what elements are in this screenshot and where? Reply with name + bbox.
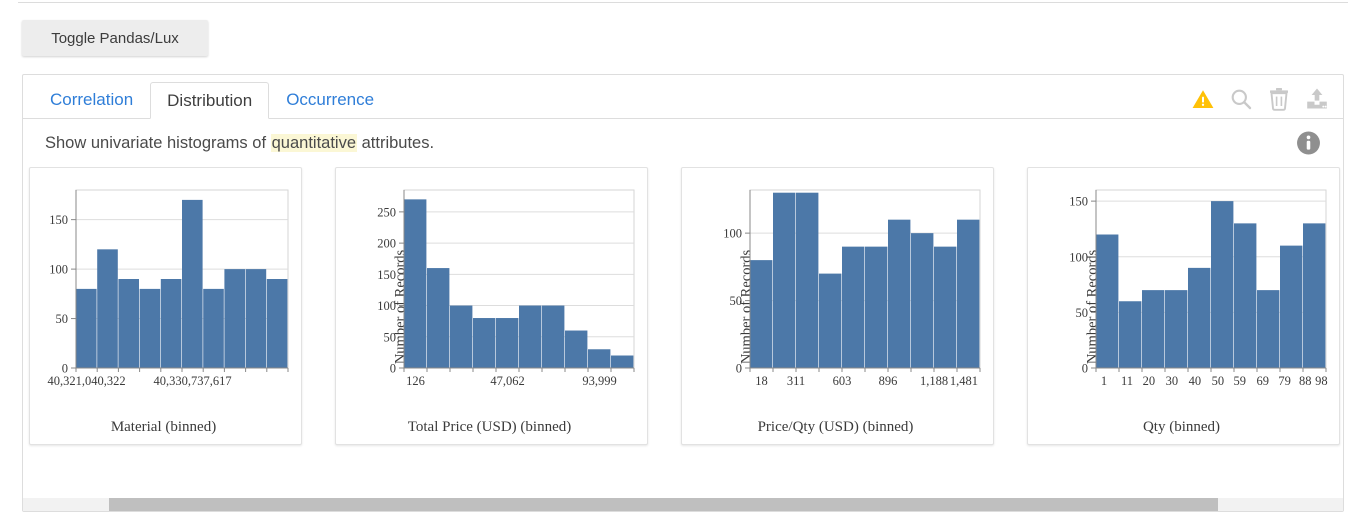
top-divider bbox=[18, 2, 1348, 3]
svg-text:0: 0 bbox=[1082, 362, 1088, 376]
chart-1-x-axis-title: Material (binned) bbox=[110, 419, 217, 435]
svg-text:40,330,737,617: 40,330,737,617 bbox=[154, 374, 232, 388]
horizontal-scrollbar[interactable] bbox=[23, 498, 1343, 511]
svg-text:69: 69 bbox=[1257, 374, 1270, 388]
svg-text:47,062: 47,062 bbox=[490, 374, 524, 388]
svg-text:0: 0 bbox=[736, 362, 742, 376]
svg-text:896: 896 bbox=[879, 374, 898, 388]
description-highlight: quantitative bbox=[270, 133, 358, 152]
chart-4-x-axis-title: Qty (binned) bbox=[1142, 419, 1221, 435]
svg-text:603: 603 bbox=[833, 374, 852, 388]
tab-correlation[interactable]: Correlation bbox=[33, 81, 150, 118]
description-row: Show univariate histograms of quantitati… bbox=[23, 119, 1343, 167]
svg-text:50: 50 bbox=[730, 294, 743, 308]
chart-4-plot: 0501001501 11 20 30 40 50 59 69 79 88 98 bbox=[1069, 189, 1328, 388]
svg-text:50: 50 bbox=[1212, 374, 1225, 388]
svg-text:150: 150 bbox=[49, 213, 68, 227]
lux-widget-panel: Correlation Distribution Occurrence Show… bbox=[22, 74, 1344, 512]
description-suffix: attributes. bbox=[357, 133, 435, 152]
chart-3-x-axis-title: Price/Qty (USD) (binned) bbox=[757, 419, 914, 435]
svg-text:126: 126 bbox=[406, 374, 425, 388]
svg-text:79: 79 bbox=[1278, 374, 1291, 388]
tab-distribution[interactable]: Distribution bbox=[150, 82, 270, 119]
chart-card-total-price[interactable]: Number of Records 0 50 100 150 200 250 126 47,0… bbox=[335, 167, 648, 445]
svg-text:30: 30 bbox=[1166, 374, 1179, 388]
svg-text:100: 100 bbox=[723, 227, 742, 241]
svg-text:100: 100 bbox=[1069, 250, 1088, 264]
chart-card-price-qty[interactable]: Number of Records 0 50 100 18 311 603 896 1,188… bbox=[681, 167, 994, 445]
description-text: Show univariate histograms of quantitati… bbox=[45, 133, 435, 153]
svg-text:50: 50 bbox=[384, 330, 397, 344]
svg-text:311: 311 bbox=[787, 374, 805, 388]
search-icon[interactable] bbox=[1229, 87, 1253, 111]
svg-text:100: 100 bbox=[49, 263, 68, 277]
info-icon[interactable] bbox=[1296, 131, 1321, 156]
chart-2-plot: 0 50 100 150 200 250 126 47,062 93,999 bbox=[377, 189, 635, 388]
tab-bar: Correlation Distribution Occurrence bbox=[23, 75, 1343, 119]
svg-text:0: 0 bbox=[390, 362, 396, 376]
scrollbar-thumb[interactable] bbox=[108, 498, 1218, 511]
chart-2-x-axis-title: Total Price (USD) (binned) bbox=[407, 419, 572, 435]
svg-text:50: 50 bbox=[1076, 306, 1089, 320]
svg-text:98: 98 bbox=[1315, 374, 1328, 388]
warning-icon[interactable] bbox=[1191, 87, 1215, 111]
svg-text:1: 1 bbox=[1101, 374, 1107, 388]
screen-root: Toggle Pandas/Lux Correlation Distributi… bbox=[0, 0, 1365, 532]
charts-scroll-strip[interactable]: 0 50 100 150 40,321,040,322 40,330,737,617 Ma… bbox=[23, 167, 1343, 467]
chart-card-qty[interactable]: Number of Records 0 50 100 150 1 11 20 30 40 50 59… bbox=[1027, 167, 1340, 445]
svg-text:50: 50 bbox=[56, 312, 69, 326]
description-prefix: Show univariate histograms of bbox=[45, 133, 271, 152]
svg-text:18: 18 bbox=[755, 374, 768, 388]
svg-text:40: 40 bbox=[1189, 374, 1202, 388]
svg-text:11: 11 bbox=[1121, 374, 1133, 388]
svg-text:93,999: 93,999 bbox=[582, 374, 616, 388]
chart-1-plot: 05010015040,321,040,322 40,330,737,617 bbox=[48, 189, 289, 388]
svg-text:100: 100 bbox=[377, 299, 396, 313]
svg-text:200: 200 bbox=[377, 237, 396, 251]
svg-text:150: 150 bbox=[377, 268, 396, 282]
trash-icon[interactable] bbox=[1267, 87, 1291, 111]
svg-text:1,481: 1,481 bbox=[950, 374, 978, 388]
svg-text:1,188: 1,188 bbox=[920, 374, 948, 388]
tab-action-icons bbox=[1191, 87, 1329, 111]
chart-3-plot: 0 50 100 18 311 603 896 1,188 1,481 bbox=[723, 189, 981, 388]
svg-text:20: 20 bbox=[1143, 374, 1156, 388]
svg-text:40,321,040,322: 40,321,040,322 bbox=[48, 374, 126, 388]
svg-text:59: 59 bbox=[1234, 374, 1247, 388]
chart-card-material[interactable]: 0 50 100 150 40,321,040,322 40,330,737,617 Ma… bbox=[29, 167, 302, 445]
upload-icon[interactable] bbox=[1305, 87, 1329, 111]
svg-text:88: 88 bbox=[1299, 374, 1312, 388]
toggle-pandas-lux-button[interactable]: Toggle Pandas/Lux bbox=[22, 20, 208, 56]
tab-occurrence[interactable]: Occurrence bbox=[269, 81, 391, 118]
svg-text:150: 150 bbox=[1069, 195, 1088, 209]
svg-text:250: 250 bbox=[377, 205, 396, 219]
